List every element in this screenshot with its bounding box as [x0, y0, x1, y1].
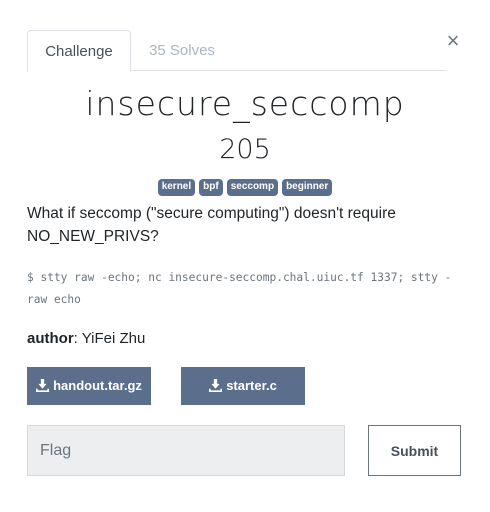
download-icon [36, 379, 50, 392]
author-line: author: YiFei Zhu [27, 329, 145, 349]
download-handout-button[interactable]: handout.tar.gz [27, 367, 151, 405]
connection-command: $ stty raw -echo; nc insecure-seccomp.ch… [27, 271, 452, 306]
challenge-points: 205 [219, 134, 271, 165]
challenge-title: insecure_seccomp [85, 84, 405, 123]
author-name: : YiFei Zhu [73, 330, 146, 347]
flag-input[interactable] [27, 425, 345, 476]
tag-beginner: beginner [282, 179, 333, 196]
tab-bar: Challenge 35 Solves [27, 30, 447, 72]
tag-bpf: bpf [199, 179, 223, 196]
challenge-description: What if seccomp ("secure computing") doe… [27, 205, 396, 245]
tag-seccomp: seccomp [226, 179, 279, 196]
tab-solves[interactable]: 35 Solves [137, 30, 227, 71]
close-icon[interactable]: × [443, 30, 463, 52]
tag-list: kernel bpf seccomp beginner [0, 179, 490, 196]
download-handout-label: handout.tar.gz [53, 378, 142, 393]
submit-button[interactable]: Submit [368, 425, 461, 476]
download-icon [209, 379, 223, 392]
author-label: author [27, 330, 74, 347]
download-starter-button[interactable]: starter.c [181, 367, 305, 405]
download-starter-label: starter.c [226, 378, 277, 393]
tag-kernel: kernel [157, 179, 196, 196]
tab-challenge[interactable]: Challenge [27, 30, 131, 72]
